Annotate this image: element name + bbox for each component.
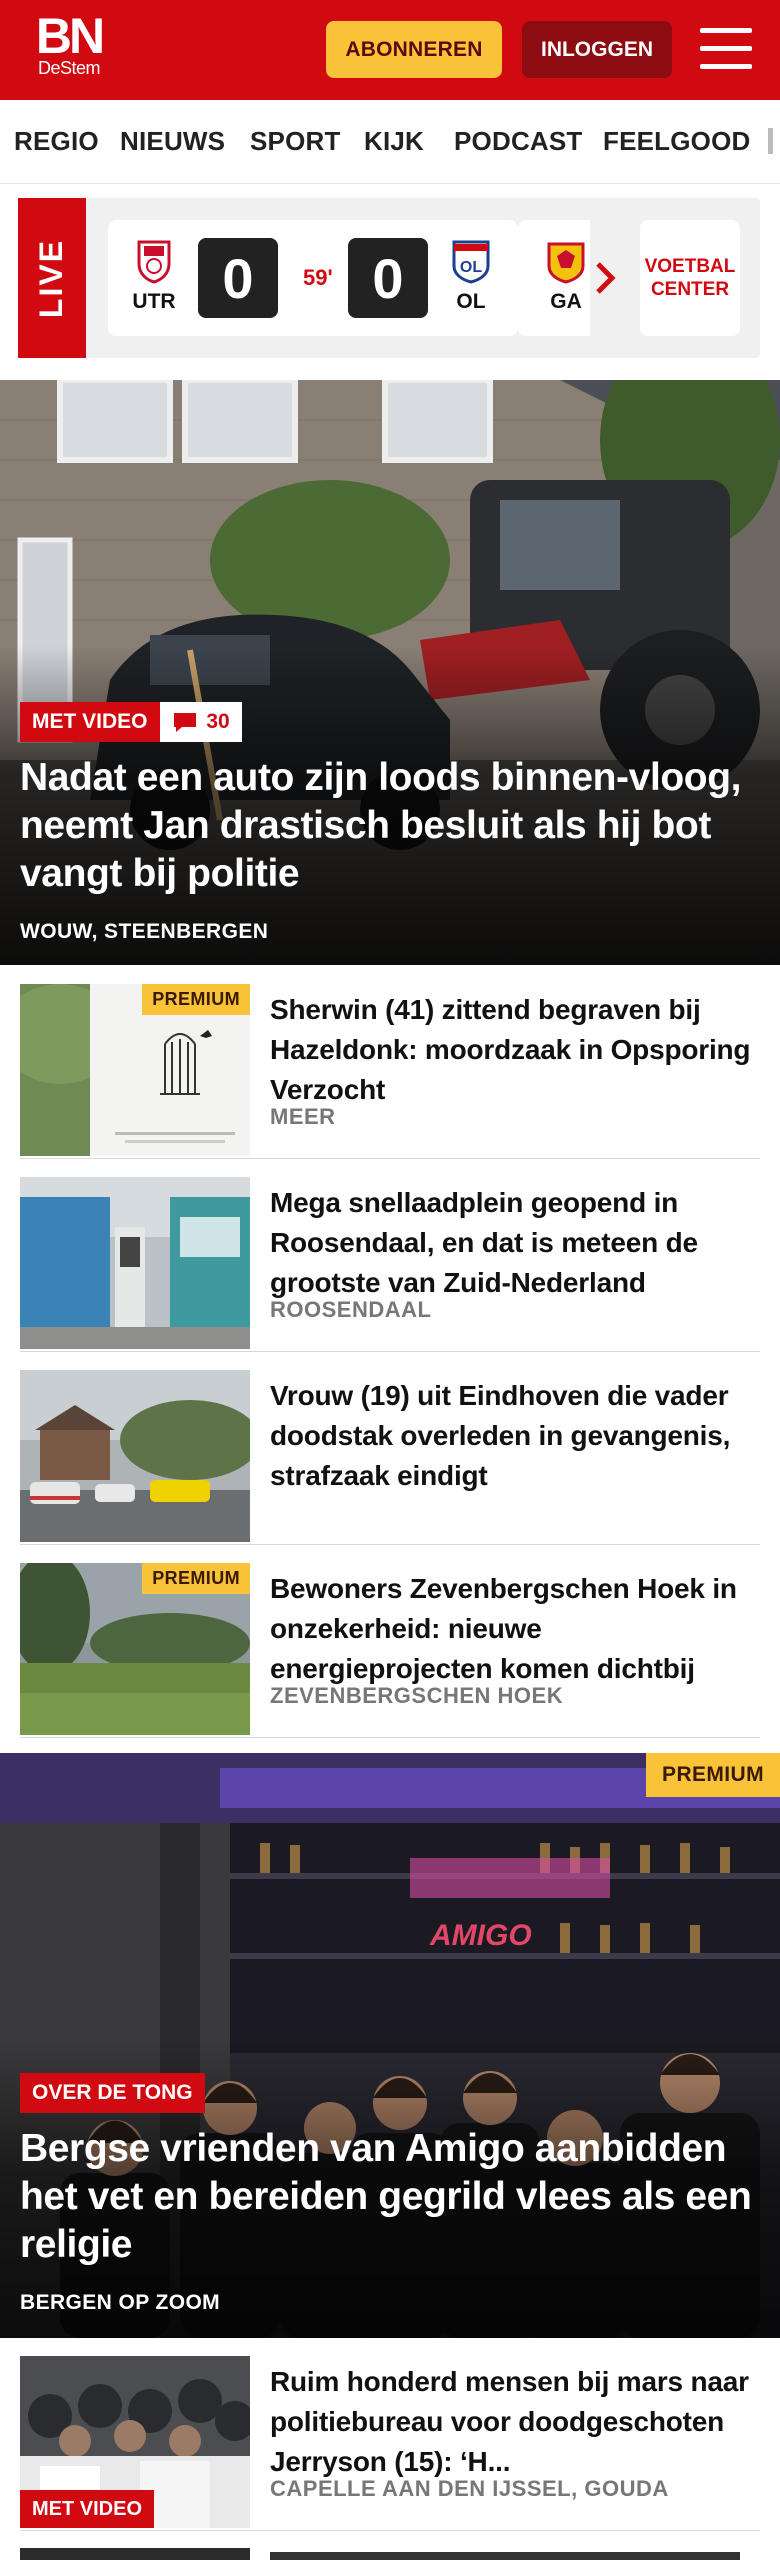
home-score: 0 [198,238,278,318]
premium-badge: PREMIUM [646,1753,780,1797]
chevron-right-icon[interactable] [592,258,620,298]
hero-title[interactable]: Nadat een auto zijn loods binnen-vloog, … [20,754,760,898]
feature-title[interactable]: Bergse vrienden van Amigo aanbidden het … [20,2125,770,2269]
article-location: ZEVENBERGSCHEN HOEK [270,1683,564,1708]
svg-text:OL: OL [460,259,482,276]
article-item[interactable]: MET VIDEO Ruim honderd mensen bij mars n… [20,2338,760,2531]
away-team-abbr: OL [456,290,486,313]
next-match-card[interactable]: GA [518,220,590,336]
nav-item-nieuws[interactable]: NIEUWS [120,126,225,157]
home-team-abbr: UTR [132,290,176,313]
article-location: MEER [270,1104,336,1129]
hero-location: WOUW, STEENBERGEN [20,920,269,943]
next-article-title-peek [270,2552,740,2560]
away-score: 0 [348,238,428,318]
logo-main: BN [35,8,105,64]
match-minute: 59' [303,265,333,290]
live-label[interactable]: LIVE [18,198,86,358]
amigo-neon-sign: AMIGO [429,1919,532,1952]
nav-item-feelgood[interactable]: FEELGOOD [603,126,751,157]
comments-count: 30 [206,710,230,733]
subscribe-button[interactable]: ABONNEREN [326,21,502,78]
hero-article[interactable]: MET VIDEO 30 Nadat een auto zijn loods b… [0,380,780,965]
article-location: CAPELLE AAN DEN IJSSEL, GOUDA [270,2476,669,2501]
feature-location: BERGEN OP ZOOM [20,2291,221,2314]
logo-sub: DeStem [37,58,101,78]
article-title[interactable]: Vrouw (19) uit Eindhoven die vader doods… [270,1376,760,1496]
login-button[interactable]: INLOGGEN [522,21,672,78]
video-tag: MET VIDEO [20,2490,155,2528]
nav-item-regio[interactable]: REGIO [14,126,99,157]
article-location: ROOSENDAAL [270,1297,432,1322]
site-logo[interactable]: BN DeStem [28,8,110,78]
article-title[interactable]: Bewoners Zevenbergschen Hoek in onzekerh… [270,1569,760,1689]
hamburger-menu-icon[interactable] [700,26,752,72]
next-article-thumbnail-peek [20,2548,250,2560]
next-team: GA [538,238,590,314]
article-title[interactable]: Ruim honderd mensen bij mars naar politi… [270,2362,760,2482]
live-label-text: LIVE [33,238,70,318]
article-item[interactable]: PREMIUM Sherwin (41) zittend begraven bi… [20,966,760,1159]
away-team: OL OL [443,238,499,314]
article-thumbnail [20,1177,250,1349]
article-thumbnail [20,1370,250,1542]
home-team: UTR [126,238,182,314]
go-ahead-eagles-crest-icon [543,238,589,284]
article-thumbnail: PREMIUM [20,984,250,1156]
comments-badge[interactable]: 30 [160,702,242,742]
article-thumbnail: PREMIUM [20,1563,250,1735]
article-item[interactable]: Vrouw (19) uit Eindhoven die vader doods… [20,1352,760,1545]
premium-badge: PREMIUM [142,984,250,1015]
olympique-lyonnais-crest-icon: OL [448,238,494,284]
feature-article[interactable]: AMIGO PREMIUM OVER DE TONG Bergse vriend… [0,1753,780,2338]
article-item[interactable]: Mega snellaadplein geopend in Roosendaal… [20,1159,760,1352]
fc-utrecht-crest-icon [131,238,177,284]
article-item[interactable]: PREMIUM Bewoners Zevenbergschen Hoek in … [20,1545,760,1738]
comment-icon [174,713,197,732]
next-team-abbr: GA [550,290,582,313]
video-tag: MET VIDEO [20,702,160,742]
nav-item-podcast[interactable]: PODCAST [454,126,583,157]
section-nav: REGIO NIEUWS SPORT KIJK PODCAST FEELGOOD [0,100,780,184]
article-title[interactable]: Mega snellaadplein geopend in Roosendaal… [270,1183,760,1303]
category-tag: OVER DE TONG [20,2073,205,2113]
article-thumbnail: MET VIDEO [20,2356,250,2528]
article-title[interactable]: Sherwin (41) zittend begraven bij Hazeld… [270,990,760,1110]
nav-item-sport[interactable]: SPORT [250,126,341,157]
nav-overflow-hint [768,128,773,154]
nav-item-kijk[interactable]: KIJK [364,126,424,157]
premium-badge: PREMIUM [142,1563,250,1594]
site-header: BN DeStem ABONNEREN INLOGGEN [0,0,780,100]
live-scores-bar: LIVE UTR 0 59' 0 OL OL GA VOETBAL CENTER [18,198,760,358]
live-match-card[interactable]: UTR 0 59' 0 OL OL [108,220,518,336]
voetbalcenter-link[interactable]: VOETBAL CENTER [640,220,740,336]
